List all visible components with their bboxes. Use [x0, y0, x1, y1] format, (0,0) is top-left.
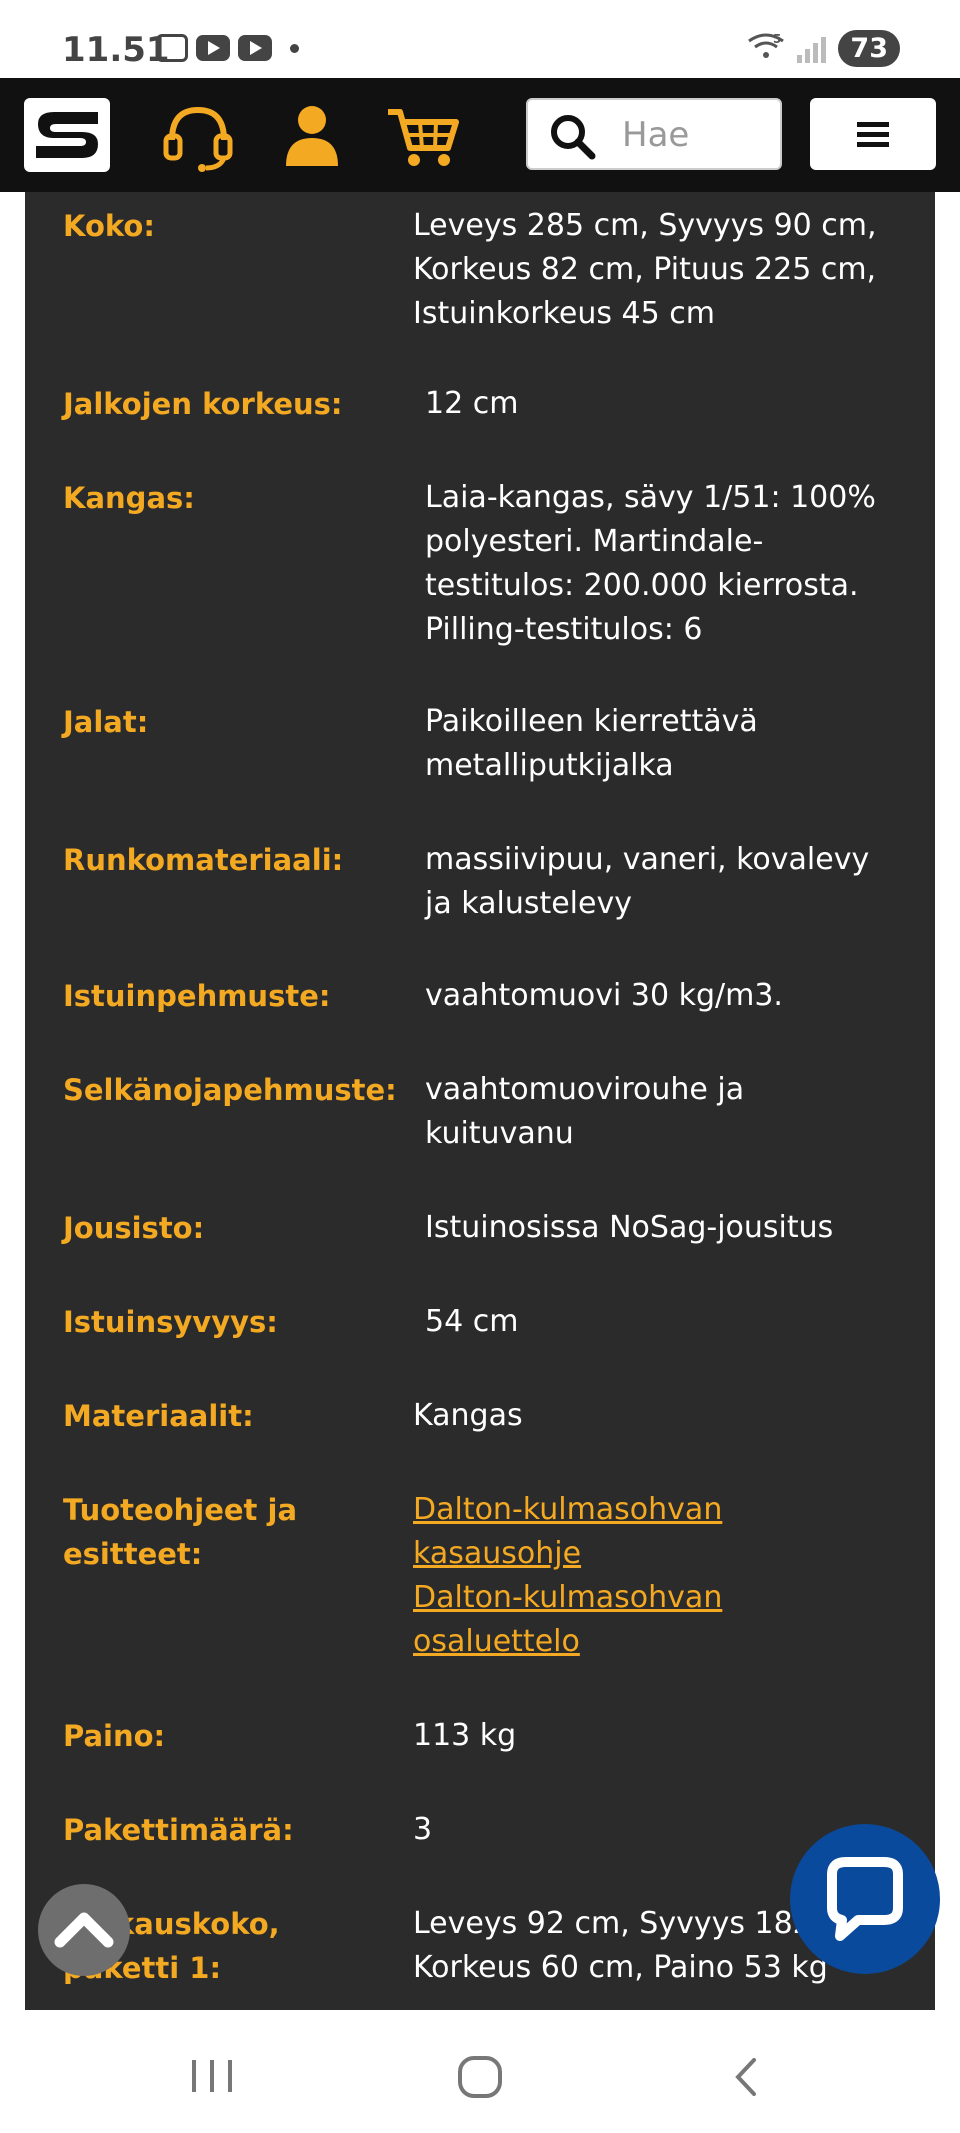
- spec-label: Koko:: [63, 209, 155, 243]
- spec-value-line: Korkeus 82 cm, Pituus 225 cm,: [413, 252, 877, 287]
- spec-value-line: 113 kg: [413, 1718, 517, 1753]
- status-bar: 11.51 5 73: [0, 0, 960, 78]
- spec-label: Materiaalit:: [63, 1399, 254, 1433]
- menu-button[interactable]: [810, 98, 936, 170]
- spec-label: Pakettimäärä:: [63, 1813, 294, 1847]
- battery-indicator: 73: [838, 30, 900, 67]
- customer-service-button[interactable]: [158, 100, 238, 172]
- spec-label: Jalkojen korkeus:: [63, 387, 343, 421]
- spec-value-line: ja kalustelevy: [425, 886, 632, 921]
- spec-value-line: testitulos: 200.000 kierrosta.: [425, 568, 859, 603]
- spec-value-line: vaahtomuovirouhe ja: [425, 1072, 745, 1107]
- spec-value-line: vaahtomuovi 30 kg/m3.: [425, 978, 783, 1013]
- spec-label: Istuinsyvyys:: [63, 1305, 278, 1339]
- wifi-badge: 5: [773, 32, 781, 46]
- spec-label: Paino:: [63, 1719, 166, 1753]
- scroll-to-top-button[interactable]: [38, 1884, 130, 1976]
- spec-value-line: Kangas: [413, 1398, 523, 1433]
- user-icon: [286, 106, 338, 166]
- cart-icon: [388, 109, 459, 166]
- search-input[interactable]: [620, 112, 774, 158]
- spec-value-line: polyesteri. Martindale-: [425, 524, 764, 559]
- chat-button[interactable]: [790, 1824, 940, 1974]
- spec-label-line: Tuoteohjeet ja: [63, 1493, 298, 1527]
- spec-value-line: Laia-kangas, sävy 1/51: 100%: [425, 480, 876, 515]
- spec-value-line: kuituvanu: [425, 1116, 574, 1151]
- more-notifications-icon: [290, 43, 299, 53]
- account-button[interactable]: [272, 100, 352, 172]
- spec-value-line: Paikoilleen kierrettävä: [425, 704, 758, 739]
- site-header: [0, 78, 960, 192]
- home-icon[interactable]: [456, 2054, 504, 2100]
- logo[interactable]: [24, 98, 110, 172]
- spec-label: Tuoteohjeet ja esitteet:: [63, 1488, 403, 1576]
- spec-value: Laia-kangas, sävy 1/51: 100% polyesteri.…: [425, 476, 925, 652]
- spec-value-line: massiivipuu, vaneri, kovalevy: [425, 842, 870, 877]
- spec-value-line: metalliputkijalka: [425, 748, 674, 783]
- wifi-icon: 5: [747, 31, 785, 66]
- spec-value-line: 12 cm: [425, 386, 519, 421]
- screenshot-icon: [156, 34, 188, 62]
- spec-value: Istuinosissa NoSag-jousitus: [425, 1206, 925, 1250]
- spec-value: vaahtomuovirouhe ja kuituvanu: [425, 1068, 925, 1156]
- youtube-icon: [196, 35, 230, 61]
- spec-label: Kangas:: [63, 481, 195, 515]
- back-icon[interactable]: [726, 2054, 766, 2100]
- spec-value: Leveys 285 cm, Syvyys 90 cm, Korkeus 82 …: [413, 204, 913, 336]
- spec-value-line: Istuinosissa NoSag-jousitus: [425, 1210, 834, 1245]
- spec-value-line: Pilling-testitulos: 6: [425, 612, 703, 647]
- cart-button[interactable]: [384, 100, 464, 172]
- search-icon[interactable]: [548, 112, 598, 160]
- spec-value: 113 kg: [413, 1714, 913, 1758]
- signal-icon: [797, 35, 827, 63]
- system-nav-bar: [0, 2010, 960, 2133]
- link-line: Dalton-kulmasohvan: [413, 1492, 723, 1527]
- spec-value-line: Istuinkorkeus 45 cm: [413, 296, 715, 331]
- spec-label: Selkänojapehmuste:: [63, 1073, 397, 1107]
- parts-list-link[interactable]: Dalton-kulmasohvan osaluettelo: [413, 1576, 913, 1664]
- search-box: [526, 98, 782, 170]
- spec-label: Istuinpehmuste:: [63, 979, 331, 1013]
- spec-value: massiivipuu, vaneri, kovalevy ja kaluste…: [425, 838, 925, 926]
- spec-value-line: 54 cm: [425, 1304, 519, 1339]
- spec-value: 54 cm: [425, 1300, 925, 1344]
- chat-bubble-icon: [827, 1857, 903, 1941]
- spec-label: Jalat:: [63, 705, 149, 739]
- brand-logo-icon: [36, 112, 98, 158]
- spec-value-line: Leveys 285 cm, Syvyys 90 cm,: [413, 208, 877, 243]
- status-time: 11.51: [62, 30, 170, 70]
- link-line: Dalton-kulmasohvan: [413, 1580, 723, 1615]
- spec-value: 12 cm: [425, 382, 925, 426]
- headset-icon: [163, 106, 233, 172]
- spec-value: vaahtomuovi 30 kg/m3.: [425, 974, 925, 1018]
- system-icons: 5 73: [747, 30, 900, 67]
- spec-value: Kangas: [413, 1394, 913, 1438]
- youtube-icon: [238, 35, 272, 61]
- chevron-up-icon: [54, 1912, 114, 1948]
- assembly-instructions-link[interactable]: Dalton-kulmasohvan kasausohje: [413, 1488, 913, 1576]
- spec-value: Paikoilleen kierrettävä metalliputkijalk…: [425, 700, 925, 788]
- spec-label: Runkomateriaali:: [63, 843, 344, 877]
- link-line: osaluettelo: [413, 1624, 580, 1659]
- recent-apps-icon[interactable]: [186, 2056, 238, 2096]
- spec-value: Dalton-kulmasohvan kasausohje Dalton-kul…: [413, 1488, 913, 1664]
- spec-label-line: kauskoko,: [115, 1907, 280, 1941]
- spec-label: Jousisto:: [63, 1211, 205, 1245]
- spec-label-line: esitteet:: [63, 1537, 203, 1571]
- link-line: kasausohje: [413, 1536, 582, 1571]
- product-specs-panel: Koko: Leveys 285 cm, Syvyys 90 cm, Korke…: [25, 192, 935, 2010]
- notification-icons: [156, 34, 299, 62]
